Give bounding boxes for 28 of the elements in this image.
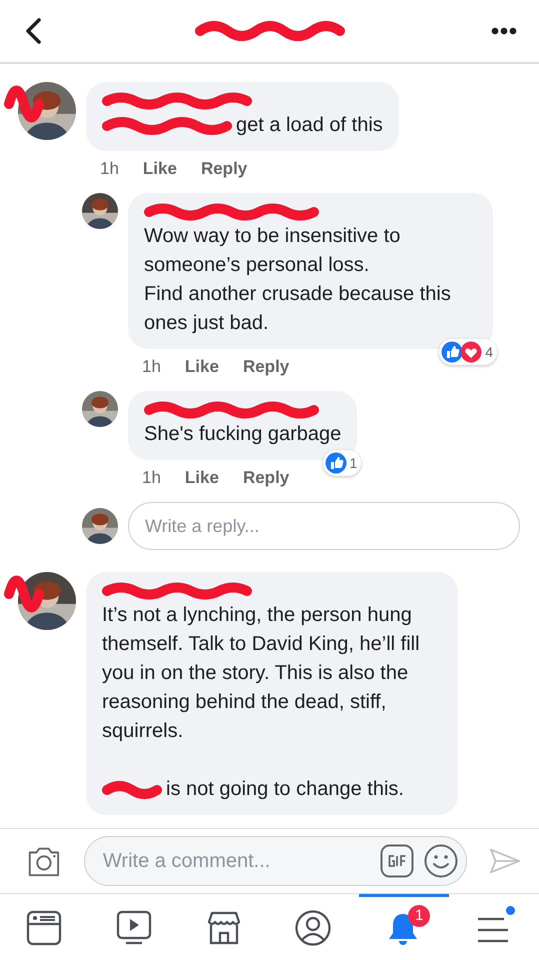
comment-field[interactable]: Write a comment... [100,848,370,874]
comment-text: She's fucking garbage [144,422,342,447]
profile-icon [295,910,334,948]
more-icon[interactable] [491,27,517,35]
comment-text: get a load of this [236,113,383,138]
reaction-count: 4 [485,344,493,360]
gif-icon [380,844,414,878]
comment-time: 1h [142,357,161,377]
like-link[interactable]: Like [184,357,219,377]
like-link[interactable]: Like [142,159,177,179]
emoji-icon[interactable] [424,844,458,878]
like-link[interactable]: Like [184,468,219,488]
notification-badge: 1 [408,905,430,927]
comment-text: Wow way to be insensitive to someone’s personal loss. [144,224,402,278]
reply-link[interactable]: Reply [242,468,290,488]
gif-button[interactable] [380,844,414,878]
comment-bar[interactable]: Write a comment... [84,836,467,886]
comment-time: 1h [100,159,119,179]
comment-text: is not going to change this. [166,777,404,802]
reply-link[interactable]: Reply [200,159,248,179]
reply-link[interactable]: Reply [242,357,290,377]
reaction-count: 1 [350,455,358,471]
tab-button[interactable]: 1 [359,894,450,960]
comment-text: It’s not a lynching, the person hung themself. Talk to David King, he’ll fill you in on the story. This is also the reasoning behind the dead, stiff, squirrels. [102,603,421,744]
reply-field[interactable]: Write a reply... [128,502,520,550]
comment-time: 1h [142,468,161,488]
feed-icon [26,910,64,948]
comment-text: Find another crusade because this ones just bad. [144,282,452,336]
